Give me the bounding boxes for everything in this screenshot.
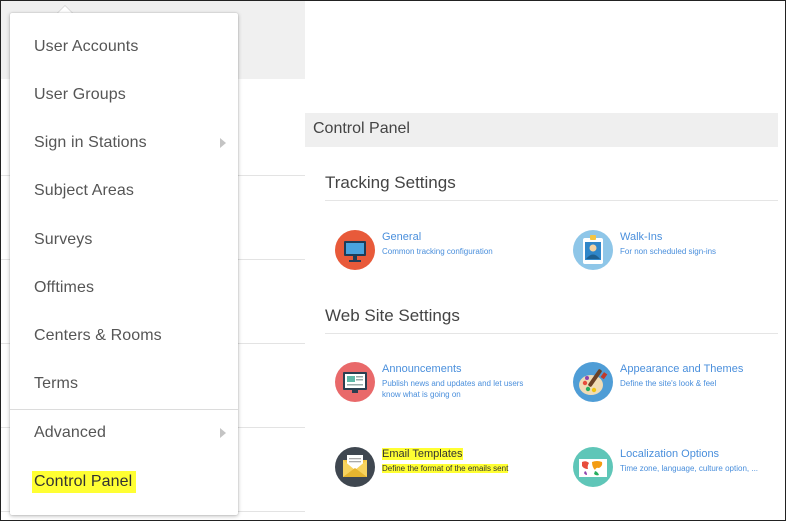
menu-item-label: Offtimes	[34, 279, 95, 296]
tile-description-line: Publish news and updates and let users	[382, 379, 524, 388]
world-map-icon	[573, 447, 613, 487]
announcement-icon	[335, 362, 375, 402]
tile-description-line: know what is going on	[382, 390, 461, 399]
tile-description: For non scheduled sign-ins	[620, 247, 717, 256]
tile-title: Walk-Ins	[620, 231, 663, 243]
menu-item-advanced[interactable]: Advanced	[10, 413, 238, 453]
tile-title: Email Templates	[382, 448, 463, 460]
menu-item-label: Subject Areas	[34, 182, 135, 199]
tile-title: Appearance and Themes	[620, 363, 744, 375]
menu-item-surveys[interactable]: Surveys	[10, 220, 238, 260]
menu-item-user-accounts[interactable]: User Accounts	[10, 27, 238, 67]
menu-item-user-groups[interactable]: User Groups	[10, 75, 238, 115]
menu-item-label: User Accounts	[34, 38, 139, 55]
tile-description: Define the site's look & feel	[620, 379, 717, 388]
chevron-right-icon	[220, 428, 226, 438]
menu-item-label: Surveys	[34, 231, 93, 248]
section-title-website: Web Site Settings	[325, 306, 460, 325]
control-panel-header: Control Panel	[305, 113, 778, 147]
menu-item-offtimes[interactable]: Offtimes	[10, 268, 238, 308]
tile-description: Time zone, language, culture option, ...	[620, 464, 759, 473]
menu-separator	[10, 409, 238, 410]
tile-title: Localization Options	[620, 448, 720, 460]
menu-item-label: Sign in Stations	[34, 134, 147, 151]
chevron-right-icon	[220, 138, 226, 148]
menu-item-label: Terms	[34, 375, 79, 392]
menu-item-subject-areas[interactable]: Subject Areas	[10, 171, 238, 211]
menu-item-label: Control Panel	[32, 471, 137, 493]
tile-description: Common tracking configuration	[382, 247, 493, 256]
menu-item-centers-rooms[interactable]: Centers & Rooms	[10, 316, 238, 356]
menu-item-label: Advanced	[34, 424, 106, 441]
tile-title: General	[382, 231, 422, 243]
menu-item-label: User Groups	[34, 86, 126, 103]
tile-title: Announcements	[382, 363, 462, 375]
menu-item-terms[interactable]: Terms	[10, 364, 238, 404]
menu-item-label-wrap: Control Panel	[32, 471, 137, 493]
section-divider	[325, 333, 778, 334]
palette-icon	[573, 362, 613, 402]
menu-item-sign-in-stations[interactable]: Sign in Stations	[10, 123, 238, 163]
envelope-icon	[335, 447, 375, 487]
menu-item-control-panel[interactable]: Control Panel	[10, 462, 238, 502]
section-title-tracking: Tracking Settings	[325, 173, 456, 192]
section-divider	[325, 200, 778, 201]
menu-item-label: Centers & Rooms	[34, 327, 162, 344]
tile-description: Define the format of the emails sent	[382, 464, 509, 473]
page-title: Control Panel	[313, 120, 410, 137]
monitor-icon	[335, 230, 375, 270]
admin-dropdown-menu: User Accounts User Groups Sign in Statio…	[10, 13, 238, 515]
id-badge-icon	[573, 230, 613, 270]
tile-description-wrap: Define the format of the emails sent	[382, 463, 509, 474]
tile-description: Publish news and updates and let users kn…	[382, 378, 523, 400]
tile-title-wrap: Email Templates	[382, 448, 463, 460]
